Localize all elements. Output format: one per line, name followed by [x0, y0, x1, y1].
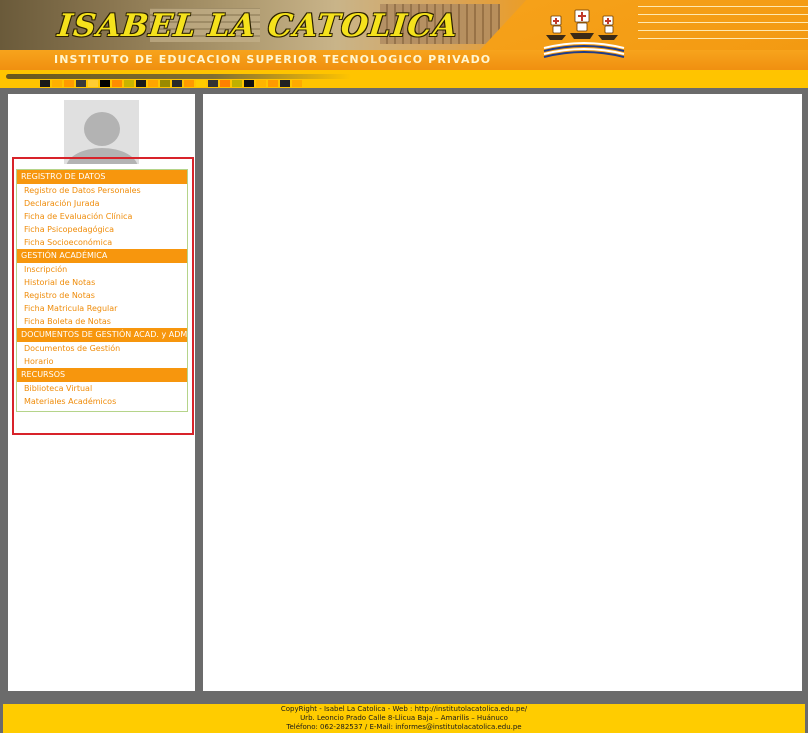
- color-strip-decoration: [40, 80, 304, 87]
- color-strip-swatch: [100, 80, 110, 87]
- color-strip-swatch: [244, 80, 254, 87]
- menu-section-recursos: RECURSOS: [17, 368, 187, 382]
- menu-item-ficha-psicopedagogica[interactable]: Ficha Psicopedagógica: [17, 223, 187, 236]
- color-strip-swatch: [112, 80, 122, 87]
- color-strip-swatch: [196, 80, 206, 87]
- menu-item-ficha-matricula-regular[interactable]: Ficha Matricula Regular: [17, 302, 187, 315]
- sidebar: REGISTRO DE DATOS Registro de Datos Pers…: [8, 94, 195, 691]
- color-strip-swatch: [160, 80, 170, 87]
- menu-item-biblioteca-virtual[interactable]: Biblioteca Virtual: [17, 382, 187, 395]
- color-strip-swatch: [292, 80, 302, 87]
- color-strip-swatch: [124, 80, 134, 87]
- brush-stroke-decoration: [6, 74, 351, 79]
- menu-item-horario[interactable]: Horario: [17, 355, 187, 368]
- color-strip-swatch: [172, 80, 182, 87]
- menu-item-registro-datos-personales[interactable]: Registro de Datos Personales: [17, 184, 187, 197]
- color-strip-swatch: [136, 80, 146, 87]
- color-strip-swatch: [148, 80, 158, 87]
- menu-item-ficha-boleta-notas[interactable]: Ficha Boleta de Notas: [17, 315, 187, 328]
- color-strip-swatch: [76, 80, 86, 87]
- site-subtitle: INSTITUTO DE EDUCACION SUPERIOR TECNOLOG…: [54, 53, 492, 66]
- menu-section-registro-de-datos: REGISTRO DE DATOS: [17, 170, 187, 184]
- footer: CopyRight - Isabel La Catolica - Web : h…: [3, 704, 805, 733]
- menu-item-registro-notas[interactable]: Registro de Notas: [17, 289, 187, 302]
- menu-section-documentos-gestion: DOCUMENTOS DE GESTIÓN ACAD. y ADM.: [17, 328, 187, 342]
- color-strip-swatch: [256, 80, 266, 87]
- color-strip-swatch: [40, 80, 50, 87]
- menu-item-historial-notas[interactable]: Historial de Notas: [17, 276, 187, 289]
- color-strip-swatch: [184, 80, 194, 87]
- user-avatar-icon: [64, 100, 139, 164]
- ships-logo-icon: [543, 9, 625, 58]
- menu-item-ficha-socioeconomica[interactable]: Ficha Socioeconómica: [17, 236, 187, 249]
- menu-item-declaracion-jurada[interactable]: Declaración Jurada: [17, 197, 187, 210]
- site-title: ISABEL LA CATOLICA: [56, 8, 461, 44]
- menu-item-inscripcion[interactable]: Inscripción: [17, 263, 187, 276]
- footer-copyright: CopyRight - Isabel La Catolica - Web : h…: [280, 705, 528, 713]
- color-strip-swatch: [52, 80, 62, 87]
- banner-lines-decoration: [638, 6, 808, 46]
- color-strip-swatch: [280, 80, 290, 87]
- menu-item-ficha-evaluacion-clinica[interactable]: Ficha de Evaluación Clínica: [17, 210, 187, 223]
- color-strip-swatch: [268, 80, 278, 87]
- color-strip-swatch: [64, 80, 74, 87]
- color-strip-swatch: [208, 80, 218, 87]
- menu-section-gestion-academica: GESTIÓN ACADÉMICA: [17, 249, 187, 263]
- menu-item-materiales-academicos[interactable]: Materiales Académicos: [17, 395, 187, 408]
- menu-item-documentos-gestion[interactable]: Documentos de Gestión: [17, 342, 187, 355]
- main-content-area: [203, 94, 802, 691]
- sidebar-menu: REGISTRO DE DATOS Registro de Datos Pers…: [16, 169, 188, 412]
- footer-contact: Teléfono: 062-282537 / E-Mail: informes@…: [286, 723, 522, 731]
- color-strip-swatch: [232, 80, 242, 87]
- color-strip-swatch: [88, 80, 98, 87]
- footer-address: Urb. Leoncio Prado Calle 8-Llicua Baja –…: [300, 714, 508, 722]
- color-strip-swatch: [220, 80, 230, 87]
- header-banner: ISABEL LA CATOLICA INSTITUTO DE EDUCACIO…: [0, 0, 808, 88]
